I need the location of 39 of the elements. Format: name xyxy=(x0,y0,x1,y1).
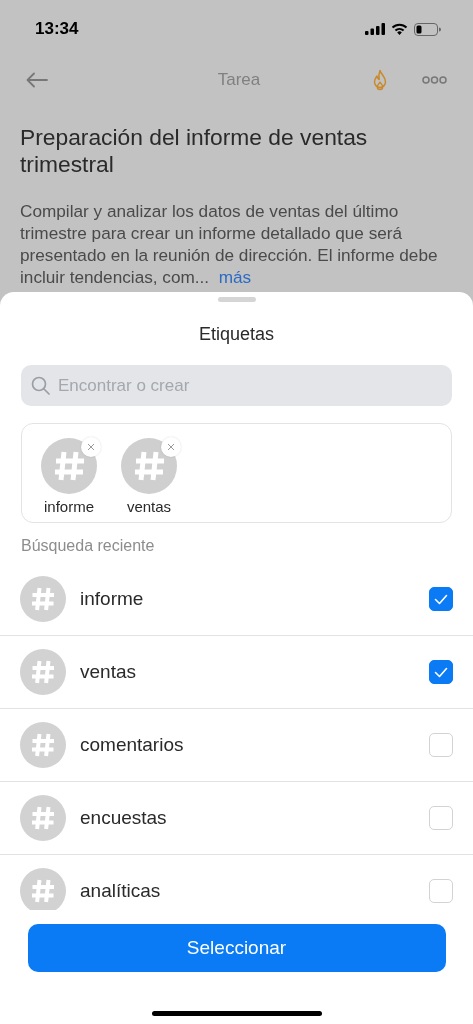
hash-icon xyxy=(20,795,66,841)
remove-button[interactable] xyxy=(81,437,101,457)
battery-icon xyxy=(414,22,441,36)
tag-name: informe xyxy=(80,588,145,610)
hash-icon xyxy=(20,649,66,695)
hash-icon xyxy=(41,438,97,494)
checkbox[interactable] xyxy=(429,587,453,611)
checkmark-icon xyxy=(434,666,448,678)
tag-label: ventas xyxy=(126,498,172,515)
task-title: Preparación del informe de ventas trimestral xyxy=(20,124,369,178)
tag-name: ventas xyxy=(80,661,137,683)
wifi-icon xyxy=(391,23,408,35)
close-icon xyxy=(167,443,175,451)
more-icon[interactable] xyxy=(422,76,447,84)
tag-name: comentarios xyxy=(80,734,185,756)
task-description: Compilar y analizar los datos de ventas del último trimestre para crear un informe detallado que será presentado en la reunión de dirección. El informe debe incluir tendencias, com... más xyxy=(20,200,439,288)
hash-icon xyxy=(20,722,66,768)
tag-label: informe xyxy=(44,498,94,515)
tag-list-item[interactable]: informe xyxy=(0,563,473,636)
signal-icon xyxy=(365,23,385,35)
close-icon xyxy=(87,443,95,451)
tag-list-item[interactable]: encuestas xyxy=(0,782,473,855)
tag-list-item[interactable]: ventas xyxy=(0,636,473,709)
tag-name: encuestas xyxy=(80,807,168,829)
hash-icon xyxy=(121,438,177,494)
nav-title: Tarea xyxy=(216,70,262,90)
checkbox[interactable] xyxy=(429,660,453,684)
section-label: Búsqueda reciente xyxy=(21,537,156,555)
select-button[interactable]: Seleccionar xyxy=(27,924,446,972)
status-time: 13:34 xyxy=(35,19,79,39)
checkmark-icon xyxy=(434,593,448,605)
tag-list-item[interactable]: comentarios xyxy=(0,709,473,782)
sheet-title: Etiquetas xyxy=(197,324,276,345)
search-field[interactable]: Encontrar o crear xyxy=(21,365,452,406)
remove-button[interactable] xyxy=(161,437,181,457)
sheet-handle[interactable] xyxy=(217,297,256,302)
tag-name: analíticas xyxy=(80,880,162,902)
hash-icon xyxy=(20,576,66,622)
back-arrow-icon[interactable] xyxy=(26,72,48,88)
